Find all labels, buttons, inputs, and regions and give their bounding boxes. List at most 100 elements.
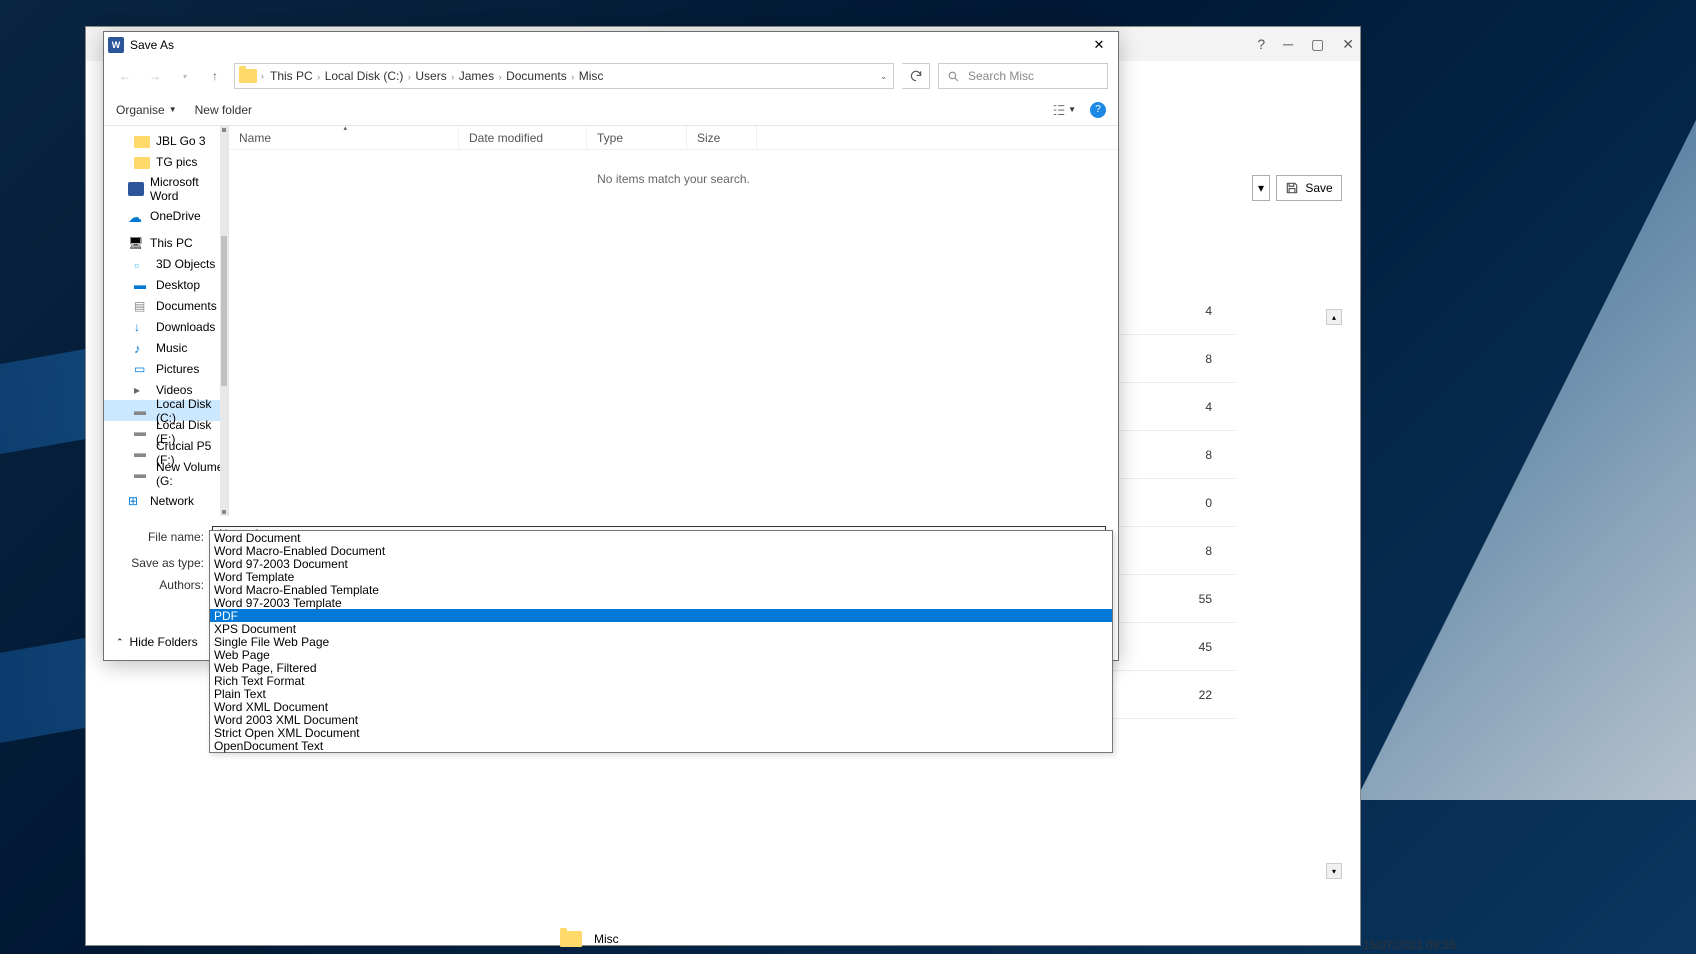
view-options-button[interactable]: ▼ (1052, 103, 1076, 117)
search-icon (947, 70, 960, 83)
maximize-icon[interactable]: ▢ (1311, 36, 1324, 53)
tree-item-jblgo3[interactable]: JBL Go 3 (104, 130, 228, 151)
tree-scrollbar-thumb[interactable] (221, 236, 227, 386)
empty-message: No items match your search. (229, 150, 1118, 208)
save-icon (1285, 181, 1299, 195)
help-icon[interactable]: ? (1090, 102, 1106, 118)
column-type[interactable]: Type (587, 126, 687, 149)
tree-item-desktop[interactable]: Desktop (104, 274, 228, 295)
dialog-titlebar: W Save As ✕ (104, 32, 1118, 58)
type-option-word972003template[interactable]: Word 97-2003 Template (210, 596, 1112, 609)
folder-icon (134, 134, 150, 148)
drive-icon (134, 467, 150, 481)
recent-button[interactable]: ▾ (174, 65, 196, 87)
type-option-pdf[interactable]: PDF (210, 609, 1112, 622)
file-list: Name▴ Date modified Type Size No items m… (228, 126, 1118, 516)
drive-icon (134, 446, 150, 460)
breadcrumb-users[interactable]: Users (413, 69, 448, 83)
drive-icon (134, 404, 150, 418)
type-option-plaintext[interactable]: Plain Text (210, 687, 1112, 700)
desk-icon (134, 278, 150, 292)
scroll-down-icon[interactable]: ▾ (1326, 863, 1342, 879)
tree-item-microsoftword[interactable]: Microsoft Word (104, 178, 228, 199)
type-option-wordxmldocument[interactable]: Word XML Document (210, 700, 1112, 713)
folder-icon (239, 69, 257, 83)
word-icon (128, 182, 144, 196)
type-option-singlefilewebpage[interactable]: Single File Web Page (210, 635, 1112, 648)
folder-icon (134, 155, 150, 169)
background-folder-row: Misc (560, 924, 619, 954)
type-option-richtextformat[interactable]: Rich Text Format (210, 674, 1112, 687)
vid-icon (134, 383, 150, 397)
refresh-icon (909, 69, 923, 83)
tree-item-thispc[interactable]: This PC (104, 232, 228, 253)
save-type-dropdown: Word DocumentWord Macro-Enabled Document… (209, 530, 1113, 753)
up-button[interactable]: ↑ (204, 65, 226, 87)
navigation-tree: JBL Go 3TG pics Microsoft Word OneDrive Thi… (104, 126, 228, 516)
word-app-icon: W (108, 37, 124, 53)
breadcrumb-thispc[interactable]: This PC (268, 69, 315, 83)
pc-icon (128, 236, 144, 250)
type-option-xpsdocument[interactable]: XPS Document (210, 622, 1112, 635)
type-option-word972003document[interactable]: Word 97-2003 Document (210, 557, 1112, 570)
obj-icon (134, 257, 150, 271)
tree-item-newvolumeg[interactable]: New Volume (G: (104, 463, 228, 484)
refresh-button[interactable] (902, 63, 930, 89)
folder-icon (560, 931, 582, 947)
type-option-wordtemplate[interactable]: Word Template (210, 570, 1112, 583)
type-option-worddocument[interactable]: Word Document (210, 531, 1112, 544)
column-name[interactable]: Name▴ (229, 126, 459, 149)
search-input[interactable]: Search Misc (938, 63, 1108, 89)
back-button[interactable]: ← (114, 65, 136, 87)
net-icon (128, 494, 144, 508)
tree-item-network[interactable]: Network (104, 490, 228, 511)
tree-item-downloads[interactable]: Downloads (104, 316, 228, 337)
onedrive-icon (128, 209, 144, 223)
address-bar[interactable]: › This PC › Local Disk (C:) › Users › Ja… (234, 63, 894, 89)
tree-item-tgpics[interactable]: TG pics (104, 151, 228, 172)
breadcrumb-documents[interactable]: Documents (504, 69, 569, 83)
forward-button[interactable]: → (144, 65, 166, 87)
doc-icon (134, 299, 150, 313)
music-icon (134, 341, 150, 355)
save-button-label: Save (1305, 181, 1332, 195)
search-placeholder: Search Misc (968, 69, 1034, 83)
column-date[interactable]: Date modified (459, 126, 587, 149)
breadcrumb-james[interactable]: James (457, 69, 496, 83)
save-button[interactable]: Save (1276, 175, 1342, 201)
tree-item-pictures[interactable]: Pictures (104, 358, 228, 379)
background-folder-name: Misc (594, 932, 619, 946)
hide-folders-button[interactable]: ⌃ Hide Folders (116, 635, 198, 649)
save-dropdown-toggle[interactable]: ▾ (1252, 175, 1270, 201)
organise-button[interactable]: Organise▼ (116, 103, 177, 117)
chevron-up-icon: ⌃ (116, 637, 124, 648)
type-option-wordmacroenableddocument[interactable]: Word Macro-Enabled Document (210, 544, 1112, 557)
dialog-title: Save As (130, 38, 174, 52)
type-option-word2003xmldocument[interactable]: Word 2003 XML Document (210, 713, 1112, 726)
tree-item-3dobjects[interactable]: 3D Objects (104, 253, 228, 274)
new-folder-button[interactable]: New folder (195, 103, 252, 117)
type-option-webpage[interactable]: Web Page (210, 648, 1112, 661)
drive-icon (134, 425, 150, 439)
address-dropdown-icon[interactable]: ⌄ (880, 72, 887, 81)
tree-item-documents[interactable]: Documents (104, 295, 228, 316)
column-size[interactable]: Size (687, 126, 757, 149)
background-date: 15/07/2021 09:35 (1363, 938, 1456, 952)
minimize-icon[interactable]: ─ (1283, 36, 1293, 52)
breadcrumb-misc[interactable]: Misc (577, 69, 606, 83)
tree-item-onedrive[interactable]: OneDrive (104, 205, 228, 226)
scroll-up-icon[interactable]: ▴ (1326, 309, 1342, 325)
authors-label: Authors: (116, 578, 212, 592)
type-option-strictopenxmldocument[interactable]: Strict Open XML Document (210, 726, 1112, 739)
down-icon (134, 320, 150, 334)
save-type-label: Save as type: (116, 556, 212, 570)
type-option-wordmacroenabledtemplate[interactable]: Word Macro-Enabled Template (210, 583, 1112, 596)
type-option-opendocumenttext[interactable]: OpenDocument Text (210, 739, 1112, 752)
breadcrumb-localdiskc[interactable]: Local Disk (C:) (323, 69, 406, 83)
tree-item-music[interactable]: Music (104, 337, 228, 358)
help-icon[interactable]: ? (1257, 36, 1265, 52)
type-option-webpagefiltered[interactable]: Web Page, Filtered (210, 661, 1112, 674)
file-name-label: File name: (116, 530, 212, 544)
close-icon[interactable]: ✕ (1342, 36, 1354, 53)
close-button[interactable]: ✕ (1084, 34, 1114, 56)
